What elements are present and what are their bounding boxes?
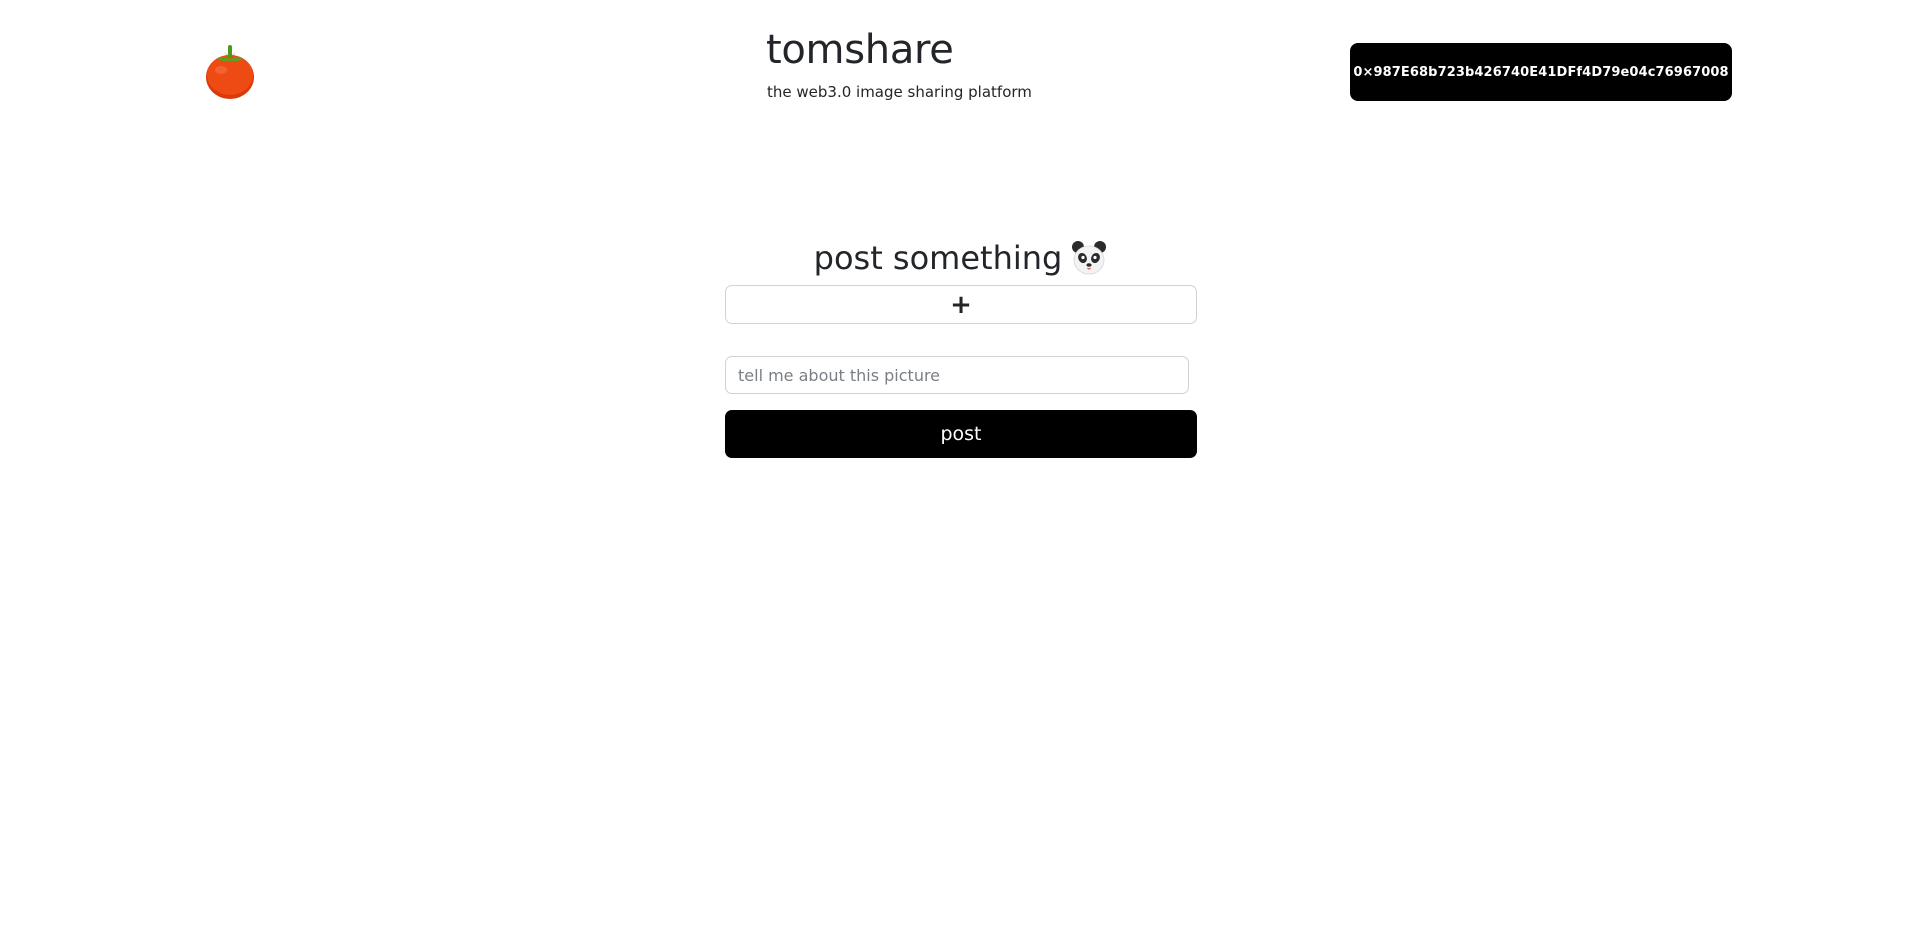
plus-icon: + — [950, 289, 972, 320]
post-heading-text: post something — [813, 239, 1063, 277]
panda-icon — [1070, 239, 1108, 277]
page: tomshare the web3.0 image sharing platfo… — [0, 0, 1917, 930]
brand: tomshare the web3.0 image sharing platfo… — [766, 24, 1032, 102]
site-subtitle: the web3.0 image sharing platform — [767, 83, 1032, 101]
tomato-icon — [204, 42, 256, 102]
wallet-address-button[interactable]: 0×987E68b723b426740E41DFf4D79e04c7696700… — [1350, 43, 1732, 101]
upload-image-button[interactable]: + — [725, 285, 1197, 324]
post-heading: post something — [725, 232, 1197, 284]
post-button[interactable]: post — [725, 410, 1197, 458]
site-title: tomshare — [766, 27, 954, 73]
caption-input[interactable] — [725, 356, 1189, 394]
